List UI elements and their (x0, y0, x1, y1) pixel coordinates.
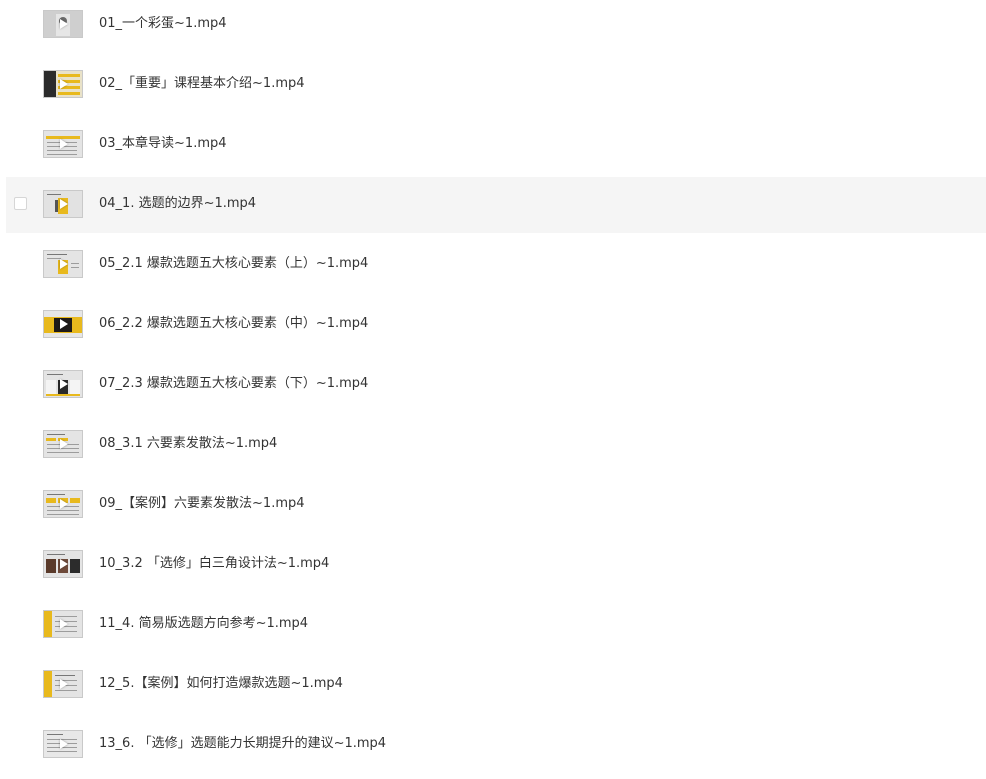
file-row[interactable]: 08_3.1 六要素发散法~1.mp4 (6, 417, 986, 473)
file-name[interactable]: 03_本章导读~1.mp4 (99, 135, 227, 153)
video-thumbnail-icon[interactable] (43, 730, 83, 758)
file-name[interactable]: 07_2.3 爆款选题五大核心要素（下）~1.mp4 (99, 375, 368, 393)
video-thumbnail-icon[interactable] (43, 190, 83, 218)
file-list: 01_一个彩蛋~1.mp4 02_「重要」课程基本介绍~1.mp4 03_本章导… (0, 0, 986, 779)
row-checkbox[interactable] (14, 197, 27, 210)
file-row[interactable]: 09_【案例】六要素发散法~1.mp4 (6, 477, 986, 533)
video-thumbnail-icon[interactable] (43, 370, 83, 398)
file-row[interactable]: 12_5.【案例】如何打造爆款选题~1.mp4 (6, 657, 986, 713)
file-name[interactable]: 10_3.2 「选修」白三角设计法~1.mp4 (99, 555, 329, 573)
file-name[interactable]: 12_5.【案例】如何打造爆款选题~1.mp4 (99, 675, 343, 693)
video-thumbnail-icon[interactable] (43, 430, 83, 458)
file-row[interactable]: 11_4. 简易版选题方向参考~1.mp4 (6, 597, 986, 653)
file-row[interactable]: 04_1. 选题的边界~1.mp4 (6, 177, 986, 233)
file-name[interactable]: 06_2.2 爆款选题五大核心要素（中）~1.mp4 (99, 315, 368, 333)
file-name[interactable]: 04_1. 选题的边界~1.mp4 (99, 195, 256, 213)
video-thumbnail-icon[interactable] (43, 10, 83, 38)
file-row[interactable]: 05_2.1 爆款选题五大核心要素（上）~1.mp4 (6, 237, 986, 293)
video-thumbnail-icon[interactable] (43, 550, 83, 578)
video-thumbnail-icon[interactable] (43, 490, 83, 518)
file-name[interactable]: 05_2.1 爆款选题五大核心要素（上）~1.mp4 (99, 255, 368, 273)
video-thumbnail-icon[interactable] (43, 250, 83, 278)
video-thumbnail-icon[interactable] (43, 310, 83, 338)
file-row[interactable]: 03_本章导读~1.mp4 (6, 117, 986, 173)
file-name[interactable]: 13_6. 「选修」选题能力长期提升的建议~1.mp4 (99, 735, 386, 753)
video-thumbnail-icon[interactable] (43, 610, 83, 638)
file-name[interactable]: 01_一个彩蛋~1.mp4 (99, 15, 227, 33)
video-thumbnail-icon[interactable] (43, 670, 83, 698)
file-name[interactable]: 11_4. 简易版选题方向参考~1.mp4 (99, 615, 308, 633)
file-row[interactable]: 02_「重要」课程基本介绍~1.mp4 (6, 57, 986, 113)
file-name[interactable]: 08_3.1 六要素发散法~1.mp4 (99, 435, 277, 453)
file-row[interactable]: 01_一个彩蛋~1.mp4 (6, 0, 986, 53)
file-name[interactable]: 02_「重要」课程基本介绍~1.mp4 (99, 75, 305, 93)
file-row[interactable]: 13_6. 「选修」选题能力长期提升的建议~1.mp4 (6, 717, 986, 773)
file-row[interactable]: 07_2.3 爆款选题五大核心要素（下）~1.mp4 (6, 357, 986, 413)
file-row[interactable]: 06_2.2 爆款选题五大核心要素（中）~1.mp4 (6, 297, 986, 353)
file-row[interactable]: 10_3.2 「选修」白三角设计法~1.mp4 (6, 537, 986, 593)
video-thumbnail-icon[interactable] (43, 70, 83, 98)
file-name[interactable]: 09_【案例】六要素发散法~1.mp4 (99, 495, 305, 513)
video-thumbnail-icon[interactable] (43, 130, 83, 158)
